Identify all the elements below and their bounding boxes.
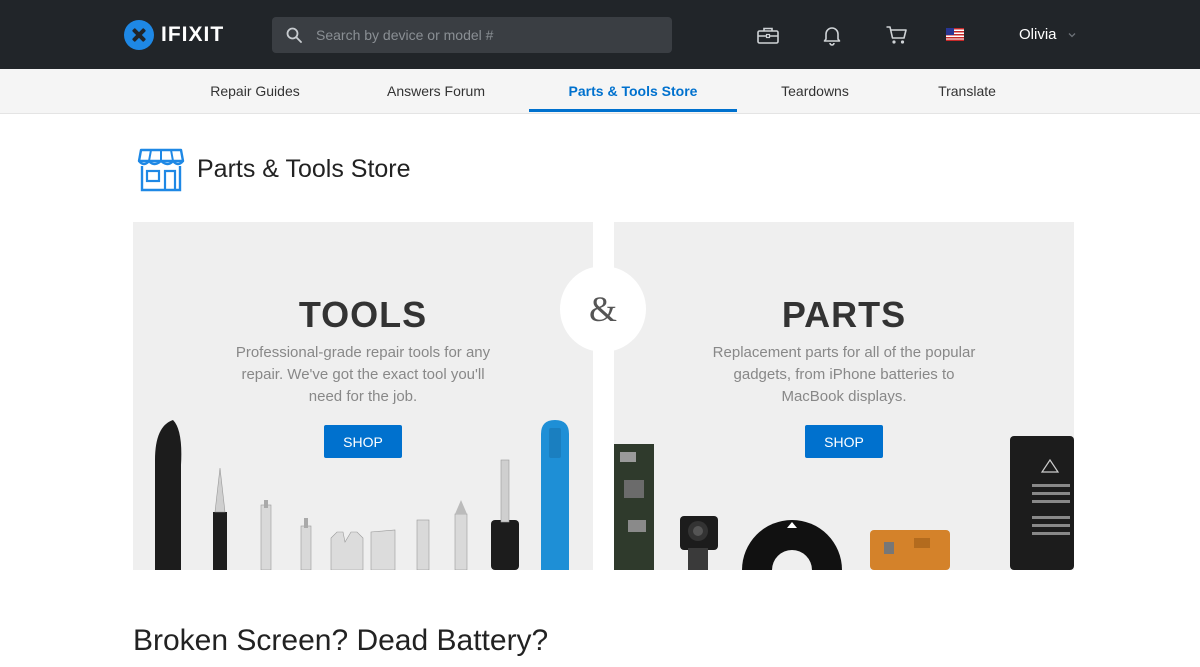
chevron-down-icon <box>1068 32 1075 37</box>
user-menu[interactable]: Olivia <box>1019 26 1077 43</box>
ifixit-logo-icon <box>124 20 154 50</box>
parts-description: Replacement parts for all of the popular… <box>712 344 976 405</box>
search-bar <box>272 17 672 53</box>
nav-item-translate[interactable]: Translate <box>917 69 1017 113</box>
main-nav: Repair Guides Answers Forum Parts & Tool… <box>0 69 1200 114</box>
parts-heading: PARTS <box>781 294 907 335</box>
ifixit-logo[interactable]: IFIXIT <box>124 20 224 50</box>
logo-text: IFIXIT <box>161 23 225 46</box>
cart-icon[interactable] <box>885 24 909 46</box>
us-flag-icon[interactable] <box>946 28 964 41</box>
ampersand-badge: & <box>560 266 646 352</box>
top-header: IFIXIT Olivia <box>0 0 1200 69</box>
bell-icon[interactable] <box>820 24 844 46</box>
tools-panel[interactable]: TOOLS Professional-grade repair tools fo… <box>133 222 593 570</box>
parts-panel[interactable]: PARTS Replacement parts for all of the p… <box>614 222 1074 570</box>
nav-item-teardowns[interactable]: Teardowns <box>760 69 870 113</box>
parts-illustration <box>614 436 1074 570</box>
tools-illustration <box>155 420 569 570</box>
section-heading: Broken Screen? Dead Battery? <box>133 624 549 657</box>
nav-active-underline <box>529 109 737 112</box>
nav-item-parts-tools-store[interactable]: Parts & Tools Store <box>529 69 737 113</box>
tools-description: Professional-grade repair tools for any … <box>235 344 491 405</box>
search-icon[interactable] <box>286 27 302 43</box>
nav-item-answers-forum[interactable]: Answers Forum <box>366 69 506 113</box>
search-input[interactable] <box>316 17 661 53</box>
nav-item-repair-guides[interactable]: Repair Guides <box>184 69 326 113</box>
storefront-icon <box>137 148 185 192</box>
toolbox-icon[interactable] <box>756 24 780 46</box>
user-name: Olivia <box>1019 26 1057 43</box>
page-title: Parts & Tools Store <box>197 155 411 183</box>
tools-heading: TOOLS <box>298 294 428 335</box>
